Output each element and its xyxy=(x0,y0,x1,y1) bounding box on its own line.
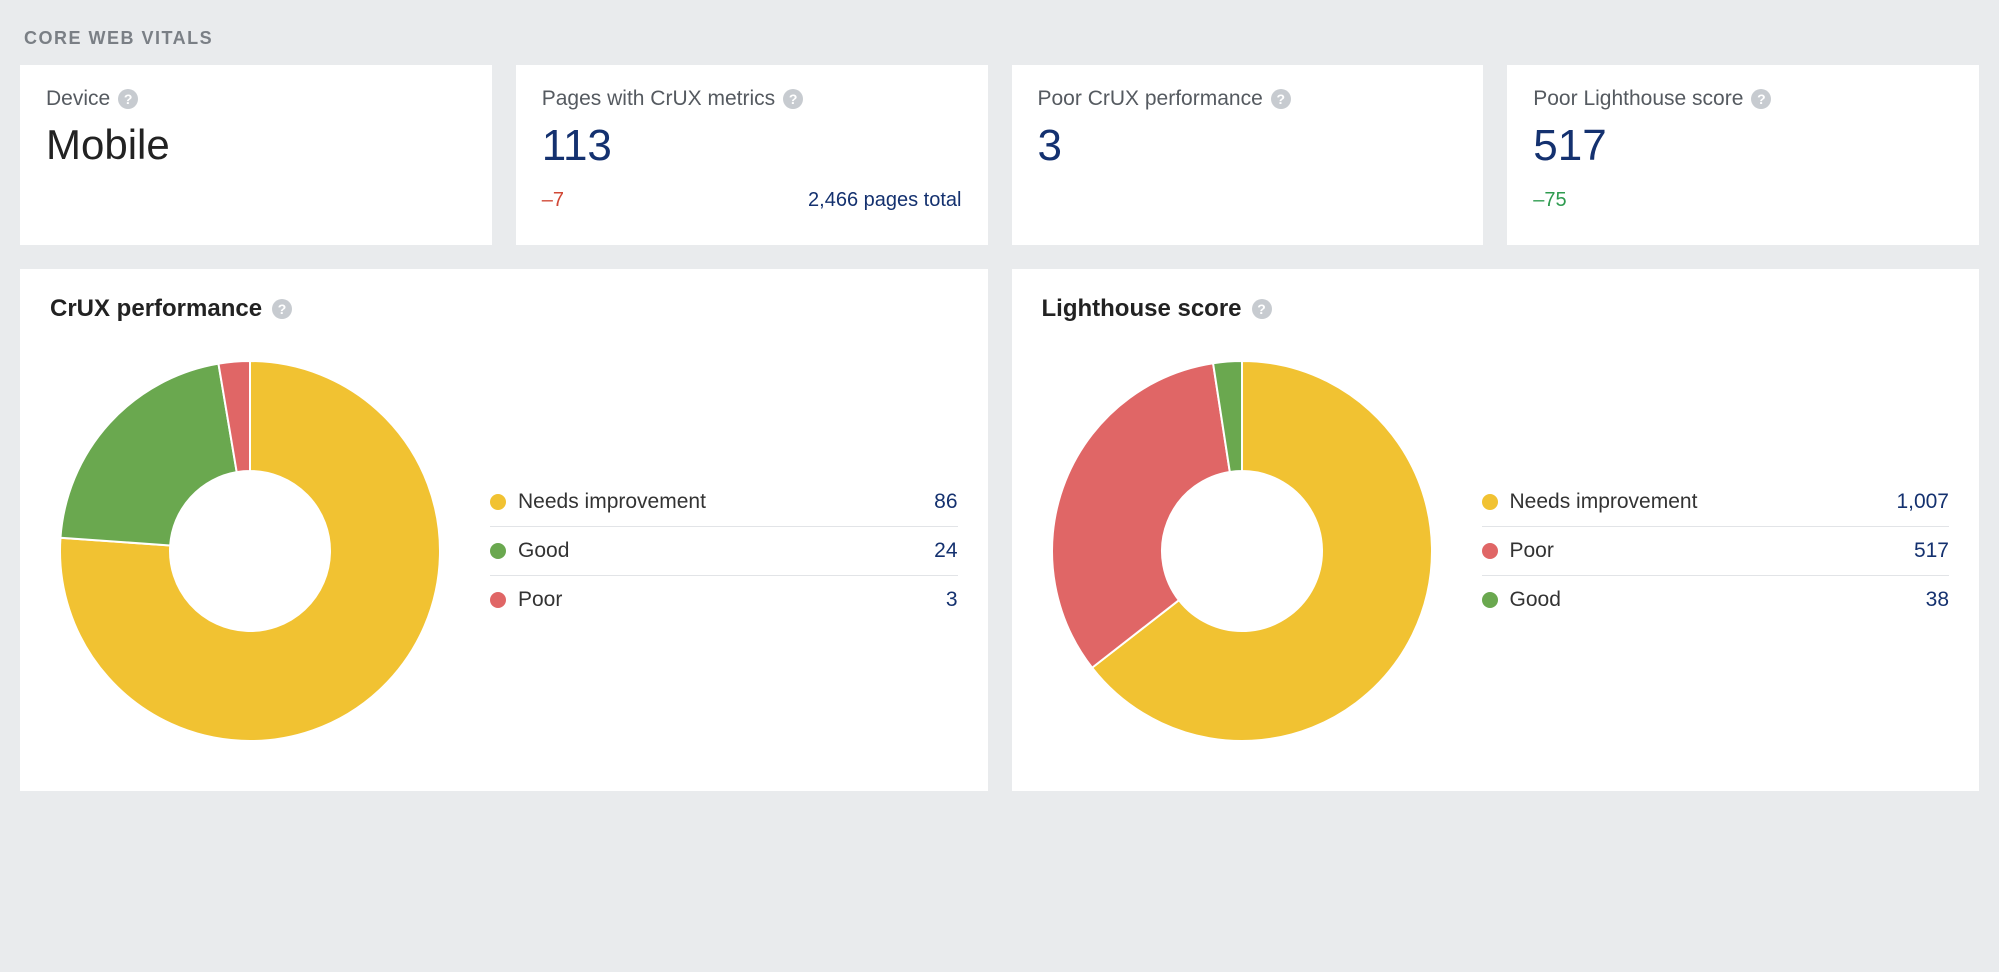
legend-value: 1,007 xyxy=(1896,490,1949,514)
chart-legend: Needs improvement 86 Good 24 Poor 3 xyxy=(490,478,958,624)
help-icon[interactable]: ? xyxy=(1751,89,1771,109)
legend-left: Needs improvement xyxy=(1482,490,1698,514)
card-label: Pages with CrUX metrics ? xyxy=(542,87,962,111)
legend-left: Good xyxy=(490,539,569,563)
card-value: 517 xyxy=(1533,121,1953,171)
card-pages-crux: Pages with CrUX metrics ? 113 –7 2,466 p… xyxy=(516,65,988,245)
legend-left: Good xyxy=(1482,588,1561,612)
card-extra[interactable]: 2,466 pages total xyxy=(808,189,961,212)
legend-value: 3 xyxy=(946,588,958,612)
help-icon[interactable]: ? xyxy=(1271,89,1291,109)
card-label-text: Device xyxy=(46,87,110,111)
legend-left: Poor xyxy=(1482,539,1554,563)
card-label-text: Pages with CrUX metrics xyxy=(542,87,775,111)
legend-row[interactable]: Poor 3 xyxy=(490,576,958,624)
legend-left: Poor xyxy=(490,588,562,612)
legend-value: 517 xyxy=(1914,539,1949,563)
card-value: 3 xyxy=(1038,121,1458,171)
legend-dot-icon xyxy=(490,592,506,608)
legend-value: 86 xyxy=(934,490,957,514)
legend-dot-icon xyxy=(1482,494,1498,510)
legend-left: Needs improvement xyxy=(490,490,706,514)
legend-dot-icon xyxy=(1482,592,1498,608)
legend-value: 24 xyxy=(934,539,957,563)
legend-row[interactable]: Poor 517 xyxy=(1482,527,1950,576)
chart-title: CrUX performance ? xyxy=(50,295,958,323)
legend-row[interactable]: Needs improvement 86 xyxy=(490,478,958,527)
card-label-text: Poor Lighthouse score xyxy=(1533,87,1743,111)
legend-row[interactable]: Good 38 xyxy=(1482,576,1950,624)
donut-chart xyxy=(1042,351,1442,751)
legend-label: Poor xyxy=(518,588,562,612)
section-title: CORE WEB VITALS xyxy=(24,28,1979,49)
card-device: Device ? Mobile xyxy=(20,65,492,245)
card-delta: –75 xyxy=(1533,189,1566,212)
legend-label: Good xyxy=(518,539,569,563)
legend-dot-icon xyxy=(490,543,506,559)
card-footer: –75 xyxy=(1533,189,1953,212)
chart-body: Needs improvement 1,007 Poor 517 Good 38 xyxy=(1042,351,1950,751)
card-poor-lighthouse: Poor Lighthouse score ? 517 –75 xyxy=(1507,65,1979,245)
donut-slice[interactable] xyxy=(60,364,236,546)
card-value: 113 xyxy=(542,121,962,171)
card-label: Device ? xyxy=(46,87,466,111)
help-icon[interactable]: ? xyxy=(1252,299,1272,319)
card-value: Mobile xyxy=(46,121,466,169)
card-label: Poor CrUX performance ? xyxy=(1038,87,1458,111)
card-delta: –7 xyxy=(542,189,564,212)
card-poor-crux: Poor CrUX performance ? 3 xyxy=(1012,65,1484,245)
chart-card-lighthouse: Lighthouse score ? Needs improvement 1,00… xyxy=(1012,269,1980,791)
legend-label: Poor xyxy=(1510,539,1554,563)
charts-row: CrUX performance ? Needs improvement 86 Go… xyxy=(20,269,1979,791)
summary-cards-row: Device ? Mobile Pages with CrUX metrics … xyxy=(20,65,1979,245)
legend-row[interactable]: Needs improvement 1,007 xyxy=(1482,478,1950,527)
legend-label: Good xyxy=(1510,588,1561,612)
help-icon[interactable]: ? xyxy=(118,89,138,109)
card-footer: –7 2,466 pages total xyxy=(542,189,962,212)
chart-title-text: CrUX performance xyxy=(50,295,262,323)
help-icon[interactable]: ? xyxy=(783,89,803,109)
chart-body: Needs improvement 86 Good 24 Poor 3 xyxy=(50,351,958,751)
legend-dot-icon xyxy=(1482,543,1498,559)
card-label-text: Poor CrUX performance xyxy=(1038,87,1263,111)
chart-card-crux: CrUX performance ? Needs improvement 86 Go… xyxy=(20,269,988,791)
chart-title: Lighthouse score ? xyxy=(1042,295,1950,323)
donut-chart xyxy=(50,351,450,751)
legend-value: 38 xyxy=(1926,588,1949,612)
chart-title-text: Lighthouse score xyxy=(1042,295,1242,323)
legend-dot-icon xyxy=(490,494,506,510)
card-label: Poor Lighthouse score ? xyxy=(1533,87,1953,111)
help-icon[interactable]: ? xyxy=(272,299,292,319)
chart-legend: Needs improvement 1,007 Poor 517 Good 38 xyxy=(1482,478,1950,624)
legend-label: Needs improvement xyxy=(518,490,706,514)
legend-label: Needs improvement xyxy=(1510,490,1698,514)
legend-row[interactable]: Good 24 xyxy=(490,527,958,576)
